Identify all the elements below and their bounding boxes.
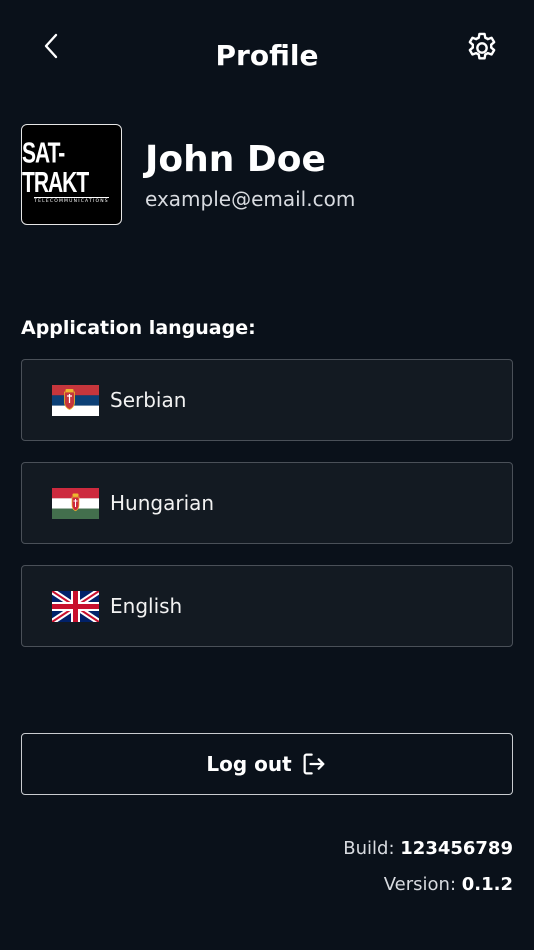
- avatar: SAT-TRAKT TELECOMMUNICATIONS: [21, 124, 122, 225]
- settings-button[interactable]: [462, 28, 502, 68]
- profile-card: SAT-TRAKT TELECOMMUNICATIONS John Doe ex…: [21, 124, 513, 228]
- hungary-flag-icon: [52, 487, 99, 519]
- language-section-label: Application language:: [21, 317, 256, 339]
- company-logo-text: SAT-TRAKT: [22, 137, 89, 199]
- language-option-label: Hungarian: [110, 491, 215, 515]
- serbia-flag-icon: [52, 384, 99, 416]
- version-info: Version: 0.1.2: [384, 873, 513, 897]
- language-option-label: Serbian: [110, 388, 187, 412]
- uk-flag-icon: [52, 590, 99, 622]
- language-option-serbian[interactable]: Serbian: [21, 359, 513, 441]
- gear-icon: [468, 32, 496, 60]
- version-value: 0.1.2: [461, 874, 513, 895]
- user-name: John Doe: [145, 139, 326, 180]
- app-header: Profile: [0, 0, 534, 100]
- page-title: Profile: [215, 39, 319, 72]
- logout-label: Log out: [206, 752, 292, 776]
- user-email: example@email.com: [145, 187, 356, 211]
- build-value: 123456789: [400, 838, 513, 859]
- version-label: Version:: [383, 874, 457, 895]
- language-option-label: English: [110, 594, 183, 618]
- language-option-english[interactable]: English: [21, 565, 513, 647]
- logout-icon: [303, 753, 325, 775]
- logout-button[interactable]: Log out: [21, 733, 513, 795]
- build-label: Build:: [343, 838, 395, 859]
- build-info: Build: 123456789: [343, 837, 513, 861]
- language-option-hungarian[interactable]: Hungarian: [21, 462, 513, 544]
